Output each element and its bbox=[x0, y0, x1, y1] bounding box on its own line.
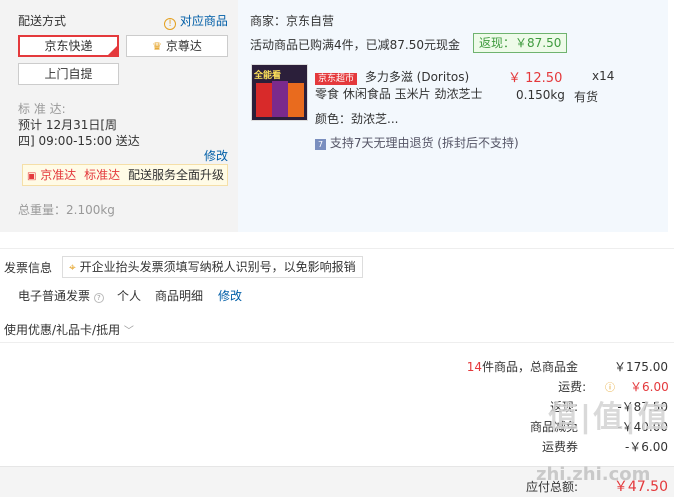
divider bbox=[0, 342, 674, 343]
rebate-badge: 返现：￥87.50 bbox=[473, 33, 568, 53]
invoice-modify-link[interactable]: 修改 bbox=[218, 287, 242, 304]
delivery-title: 配送方式 bbox=[18, 14, 67, 28]
jd-premium-option[interactable]: ♛ 京尊达 bbox=[126, 35, 228, 57]
seller-name: 商家：京东自营 bbox=[250, 14, 335, 28]
watermark-logo: 值|值|值 bbox=[548, 400, 670, 435]
jzd-icon: ▣ bbox=[27, 171, 37, 182]
self-pickup-option[interactable]: 上门自提 bbox=[18, 63, 119, 85]
delivery-modify-link[interactable]: 修改 bbox=[204, 147, 228, 164]
help-icon[interactable]: ? bbox=[93, 293, 104, 303]
watermark-site: zhi.zhi.com bbox=[536, 464, 651, 485]
schedule-label: 标 准 达: bbox=[18, 102, 66, 116]
summary-count-row: 14件商品，总商品金 ￥175.00 bbox=[466, 360, 668, 374]
bag-orange bbox=[288, 83, 304, 117]
bag-red bbox=[256, 83, 272, 117]
schedule-line1: 预计 12月31日[周 bbox=[18, 118, 118, 132]
return-icon: 7 bbox=[315, 139, 326, 150]
product-image[interactable]: 全能看 bbox=[251, 64, 308, 121]
invoice-type: 电子普通发票 ? bbox=[18, 287, 104, 304]
delivery-promo-banner: ▣ 京准达 标准达 配送服务全面升级 bbox=[22, 164, 228, 186]
invoice-tip: ⌖ 开企业抬头发票须填写纳税人识别号，以免影响报销 bbox=[62, 256, 363, 278]
product-title-line2[interactable]: 零食 休闲食品 玉米片 劲浓芝士 bbox=[315, 85, 482, 102]
invoice-detail: 商品明细 bbox=[155, 289, 204, 303]
bag-purple bbox=[272, 81, 288, 117]
activity-text: 活动商品已购满4件，已减87.50元现金 bbox=[250, 38, 460, 52]
summary-shipping-coupon-row: 运费券 -￥6.00 bbox=[541, 440, 668, 454]
coupon-toggle[interactable]: 使用优惠/礼品卡/抵用 ﹀ bbox=[4, 321, 134, 338]
product-title-line1[interactable]: 京东超市 多力多滋 (Doritos) bbox=[315, 68, 469, 85]
match-goods-link[interactable]: ! 对应商品 bbox=[164, 12, 228, 30]
selected-corner-icon bbox=[108, 46, 117, 55]
product-quantity: x14 bbox=[592, 69, 615, 83]
invoice-person: 个人 bbox=[117, 289, 142, 303]
return-policy: 7 支持7天无理由退货 (拆封后不支持) bbox=[315, 134, 519, 151]
info-icon: ! bbox=[164, 18, 176, 30]
stock-status: 有货 bbox=[574, 90, 599, 104]
schedule-line2: 四] 09:00-15:00 送达 bbox=[18, 134, 140, 148]
chevron-down-icon: ﹀ bbox=[123, 326, 134, 337]
invoice-title: 发票信息 bbox=[4, 261, 53, 275]
product-image-text: 全能看 bbox=[254, 71, 282, 81]
product-color: 颜色：劲浓芝... bbox=[315, 112, 399, 126]
crown-icon: ♛ bbox=[152, 40, 163, 53]
location-pin-icon: ⌖ bbox=[69, 260, 76, 274]
jd-express-option[interactable]: 京东快递 bbox=[18, 35, 119, 57]
product-price: ￥ 12.50 bbox=[508, 71, 563, 86]
product-weight: 0.150kg bbox=[516, 88, 565, 102]
jd-supermarket-badge: 京东超市 bbox=[315, 73, 358, 85]
total-weight: 总重量：2.100kg bbox=[18, 203, 115, 217]
divider bbox=[0, 248, 674, 249]
